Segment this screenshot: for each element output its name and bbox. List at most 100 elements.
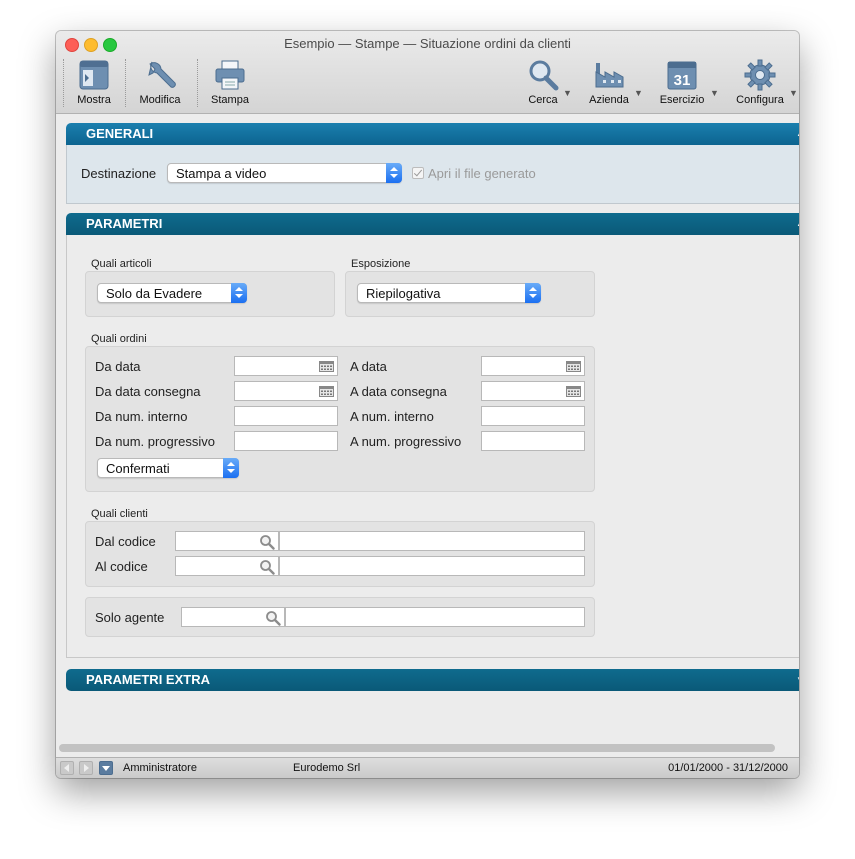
azienda-menu-arrow-icon[interactable]: ▼ [634, 88, 643, 98]
solo-agente-label: Solo agente [95, 610, 165, 625]
da-num-interno-label: Da num. interno [95, 409, 188, 424]
status-bar: Amministratore Eurodemo Srl 01/01/2000 -… [56, 757, 799, 778]
stampa-button[interactable]: Stampa [200, 56, 260, 110]
dal-codice-descrizione-field[interactable] [279, 531, 585, 551]
quali-articoli-box: Solo da Evadere [85, 271, 335, 317]
a-num-progressivo-label: A num. progressivo [350, 434, 462, 449]
parametri-extra-header[interactable]: PARAMETRI EXTRA ▼ [66, 669, 799, 691]
popup-stepper-icon [525, 283, 541, 303]
back-arrow-icon[interactable] [60, 761, 74, 775]
calendar-icon[interactable] [566, 386, 581, 397]
a-data-consegna-field[interactable] [481, 381, 585, 401]
window-title: Esempio — Stampe — Situazione ordini da … [284, 36, 571, 51]
da-data-label: Da data [95, 359, 141, 374]
search-icon[interactable] [259, 559, 275, 575]
solo-agente-descrizione-field[interactable] [285, 607, 585, 627]
a-num-interno-label: A num. interno [350, 409, 434, 424]
status-company: Eurodemo Srl [293, 762, 361, 774]
azienda-label: Azienda [589, 94, 629, 106]
destinazione-label: Destinazione [81, 166, 157, 181]
generali-panel: Destinazione Stampa a video Apri il file… [66, 145, 799, 204]
destinazione-value: Stampa a video [176, 166, 267, 181]
generali-header[interactable]: GENERALI ▲ [66, 123, 799, 145]
search-icon[interactable] [259, 534, 275, 550]
stampa-label: Stampa [211, 94, 249, 106]
printer-icon [215, 60, 245, 90]
apri-file-label: Apri il file generato [428, 166, 536, 181]
status-period: 01/01/2000 - 31/12/2000 [668, 762, 788, 774]
generali-title: GENERALI [86, 126, 154, 141]
forward-arrow-icon[interactable] [79, 761, 93, 775]
modifica-label: Modifica [139, 94, 181, 106]
parametri-header[interactable]: PARAMETRI ▲ [66, 213, 799, 235]
dal-codice-field[interactable] [175, 531, 279, 551]
parametri-extra-title: PARAMETRI EXTRA [86, 672, 210, 687]
destinazione-select[interactable]: Stampa a video [167, 163, 402, 183]
da-num-progressivo-field[interactable] [234, 431, 338, 451]
dal-codice-label: Dal codice [95, 534, 156, 549]
a-num-interno-field[interactable] [481, 406, 585, 426]
solo-agente-box: Solo agente [85, 597, 595, 637]
quali-articoli-select[interactable]: Solo da Evadere [97, 283, 247, 303]
da-num-interno-field[interactable] [234, 406, 338, 426]
configura-menu-arrow-icon[interactable]: ▼ [789, 88, 798, 98]
stato-ordini-select[interactable]: Confermati [97, 458, 239, 478]
calendar-icon[interactable] [319, 361, 334, 372]
horizontal-scrollbar[interactable] [59, 744, 775, 752]
cerca-menu-arrow-icon[interactable]: ▼ [563, 88, 572, 98]
esercizio-button[interactable]: 31 Esercizio [652, 56, 712, 110]
quali-clienti-box: Dal codice Al codice [85, 521, 595, 587]
mostra-label: Mostra [77, 94, 111, 106]
quali-articoli-value: Solo da Evadere [106, 286, 203, 301]
parametri-panel: Quali articoli Solo da Evadere Esposizio… [66, 235, 799, 658]
a-data-field[interactable] [481, 356, 585, 376]
factory-icon [595, 63, 624, 88]
a-num-progressivo-field[interactable] [481, 431, 585, 451]
magnifier-icon [529, 60, 559, 91]
configura-button[interactable]: Configura [730, 56, 790, 110]
search-icon[interactable] [265, 610, 281, 626]
solo-agente-field[interactable] [181, 607, 285, 627]
gear-icon [744, 59, 776, 91]
status-user: Amministratore [123, 762, 197, 774]
collapse-up-icon[interactable]: ▲ [796, 213, 799, 235]
parametri-title: PARAMETRI [86, 216, 163, 231]
expand-down-icon[interactable]: ▼ [796, 669, 799, 691]
calendar-day-text: 31 [674, 72, 691, 89]
calendar-icon[interactable] [319, 386, 334, 397]
esposizione-select[interactable]: Riepilogativa [357, 283, 541, 303]
popup-stepper-icon [231, 283, 247, 303]
cerca-button[interactable]: Cerca [513, 56, 573, 110]
da-data-consegna-label: Da data consegna [95, 384, 201, 399]
da-data-field[interactable] [234, 356, 338, 376]
esercizio-label: Esercizio [659, 94, 705, 106]
apri-file-checkbox[interactable] [412, 167, 424, 179]
esposizione-label: Esposizione [351, 258, 411, 270]
calendar-icon: 31 [667, 61, 697, 90]
da-data-consegna-field[interactable] [234, 381, 338, 401]
a-data-label: A data [350, 359, 387, 374]
titlebar: Esempio — Stampe — Situazione ordini da … [56, 31, 799, 114]
al-codice-field[interactable] [175, 556, 279, 576]
dropdown-arrow-icon[interactable] [99, 761, 113, 775]
quali-ordini-box: Da data A data Da data consegna A data c… [85, 346, 595, 492]
configura-label: Configura [736, 94, 784, 106]
azienda-button[interactable]: Azienda [579, 56, 639, 110]
esposizione-value: Riepilogativa [366, 286, 441, 301]
calendar-icon[interactable] [566, 361, 581, 372]
window-icon [79, 60, 109, 90]
quali-articoli-label: Quali articoli [91, 258, 152, 270]
collapse-up-icon[interactable]: ▲ [796, 123, 799, 145]
popup-stepper-icon [386, 163, 402, 183]
modifica-button[interactable]: Modifica [130, 56, 190, 110]
esercizio-menu-arrow-icon[interactable]: ▼ [710, 88, 719, 98]
quali-ordini-label: Quali ordini [91, 333, 147, 345]
wrench-icon [148, 61, 176, 88]
mostra-button[interactable]: Mostra [64, 56, 124, 110]
al-codice-label: Al codice [95, 559, 148, 574]
a-data-consegna-label: A data consegna [350, 384, 447, 399]
al-codice-descrizione-field[interactable] [279, 556, 585, 576]
esposizione-box: Riepilogativa [345, 271, 595, 317]
toolbar-separator [125, 59, 126, 107]
toolbar-separator [197, 59, 198, 107]
